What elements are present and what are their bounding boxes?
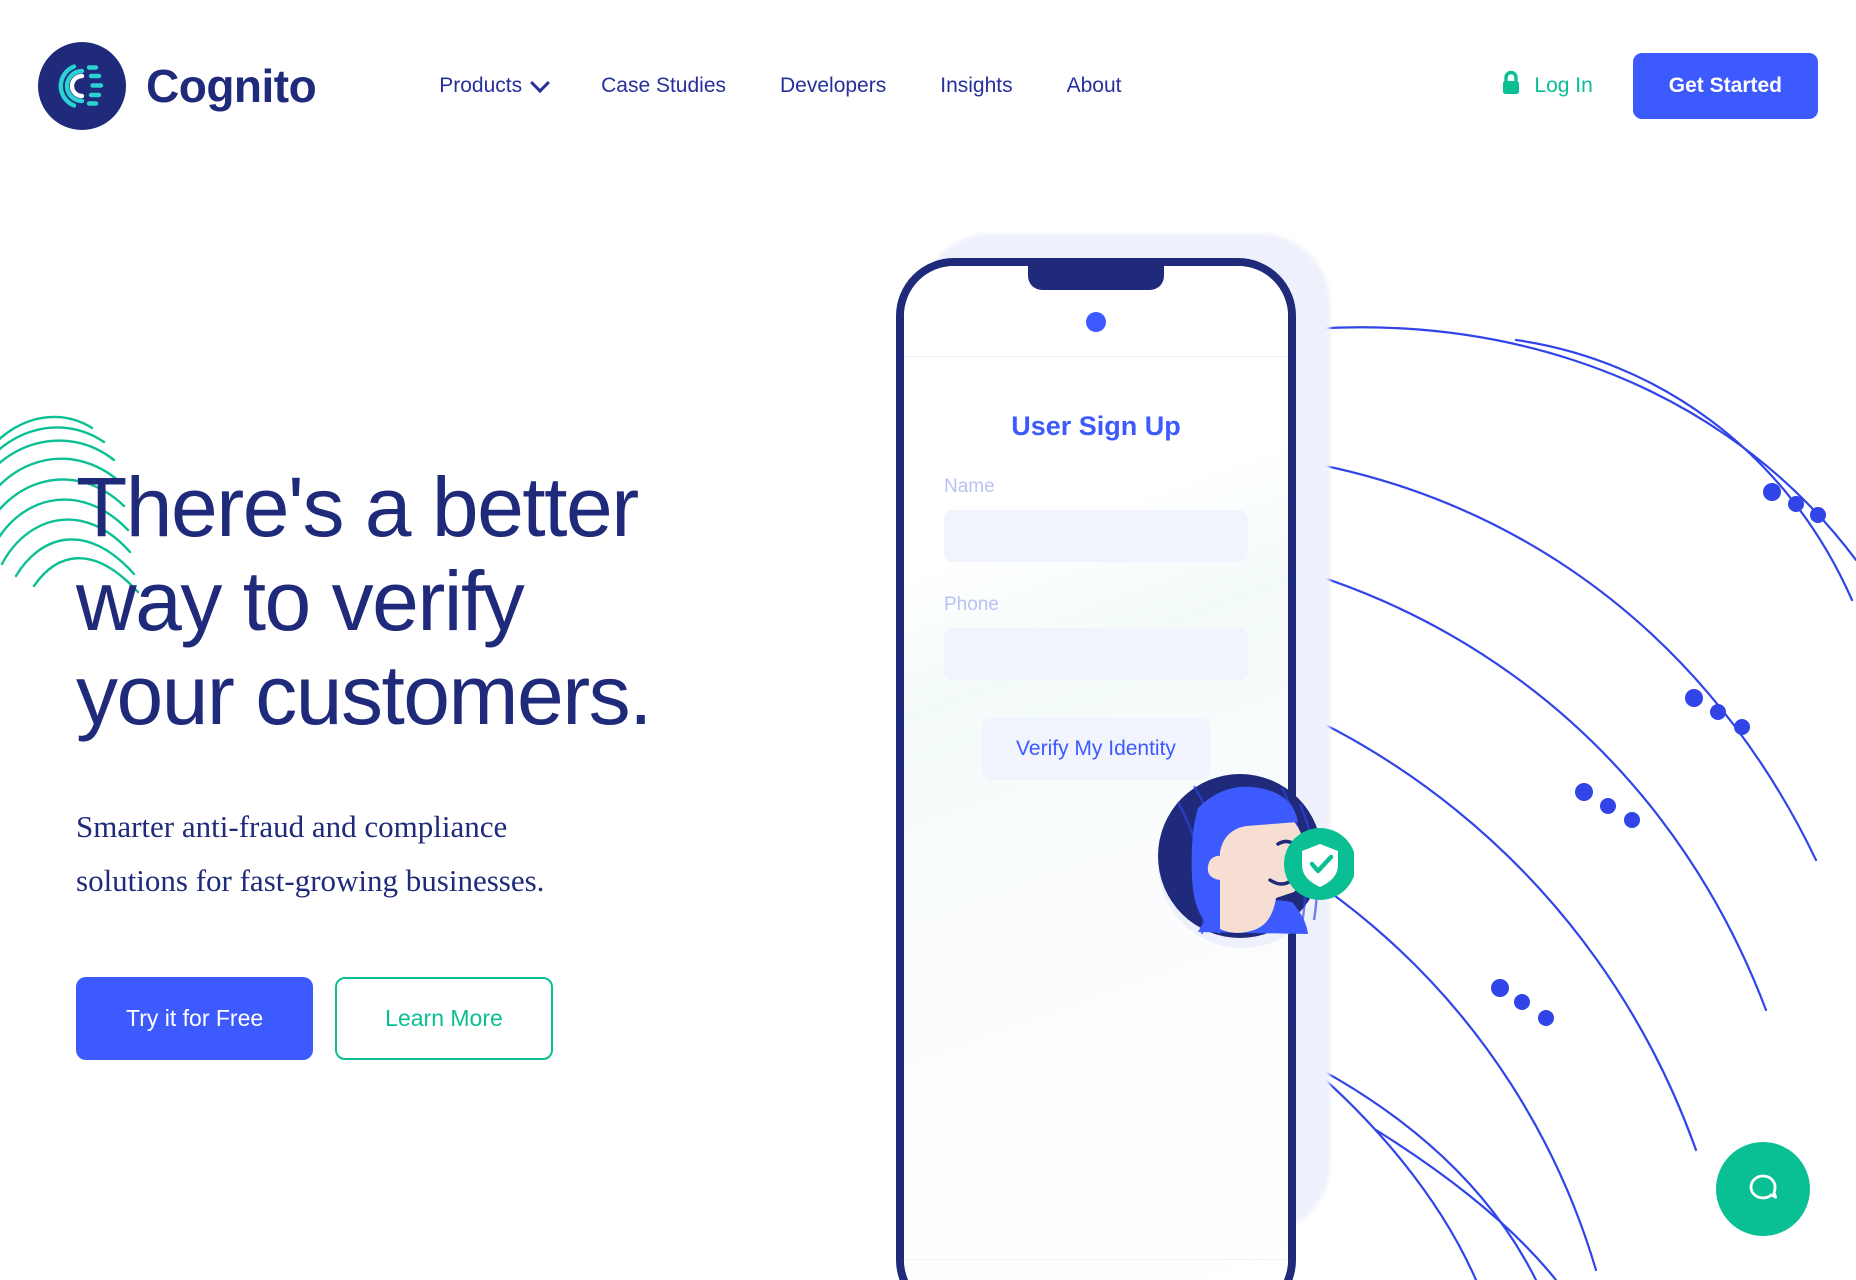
login-link[interactable]: Log In [1500,70,1593,102]
get-started-button[interactable]: Get Started [1632,53,1818,119]
shield-check-icon [1284,828,1354,900]
name-field-label: Name [944,476,995,497]
nav-item-products[interactable]: Products [412,64,574,108]
nav-label-products: Products [439,74,523,97]
login-label: Log In [1534,74,1593,97]
lock-icon [1500,70,1522,102]
nav-item-case-studies[interactable]: Case Studies [574,64,753,108]
app-title: User Sign Up [1011,411,1181,441]
site-header: Cognito Products Case Studies Developers… [0,0,1856,172]
phone-notch [1028,266,1164,290]
chevron-down-icon [530,73,550,94]
nav-label-insights: Insights [940,74,1013,97]
subhead-line-1: Smarter anti-fraud and compliance [76,809,508,845]
nav-label-developers: Developers [780,74,887,97]
camera-dot-icon [1086,312,1106,332]
nav-label-case-studies: Case Studies [601,74,726,97]
chat-bubble-icon [1742,1167,1784,1212]
headline-line-2: way to verify [76,554,525,649]
screen-bottom-divider [904,1259,1288,1260]
main-navigation: Products Case Studies Developers Insight… [412,64,1148,108]
nav-label-about: About [1066,74,1122,97]
chat-widget-button[interactable] [1716,1142,1810,1236]
screen-top-divider [904,356,1288,357]
nav-item-insights[interactable]: Insights [913,64,1039,108]
headline-line-1: There's a better [76,460,639,554]
headline-line-3: your customers. [76,648,653,743]
avatar-person-blue-hair-icon [1158,774,1354,948]
name-input[interactable] [944,510,1248,562]
hero-copy: There's a better way to verify your cust… [0,415,856,1060]
subhead-line-2: solutions for fast-growing businesses. [76,862,545,898]
phone-field-label: Phone [944,594,999,615]
brand-name: Cognito [146,60,317,112]
cognito-fingerprint-logo-icon [38,42,126,130]
signup-form: Name Phone Verify My Identity [904,476,1288,780]
try-it-for-free-button[interactable]: Try it for Free [76,976,314,1060]
nav-item-developers[interactable]: Developers [753,64,913,108]
hero-subheading: Smarter anti-fraud and compliance soluti… [76,800,656,907]
brand-logo-link[interactable]: Cognito [38,42,317,130]
learn-more-button[interactable]: Learn More [335,976,553,1060]
page-title: There's a better way to verify your cust… [76,460,856,742]
header-actions: Log In Get Started [1500,53,1818,119]
nav-item-about[interactable]: About [1040,64,1149,108]
phone-input[interactable] [944,628,1248,680]
hero-illustration: User Sign Up Name Phone Verify My Identi… [756,0,1856,1280]
hero-cta-row: Try it for Free Learn More [76,976,856,1060]
phone-screen-bottom [904,1259,1288,1280]
